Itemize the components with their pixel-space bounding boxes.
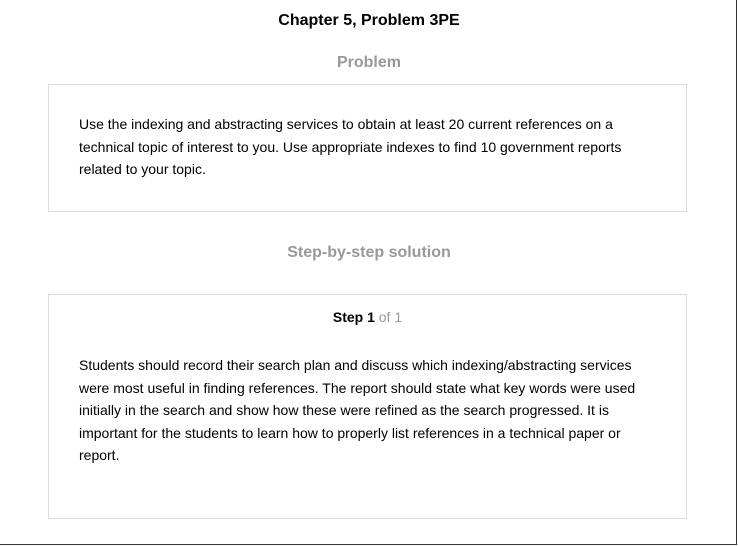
problem-box: Use the indexing and abstracting service…	[48, 84, 687, 212]
chapter-title: Chapter 5, Problem 3PE	[278, 12, 460, 29]
solution-heading: Step-by-step solution	[287, 244, 451, 261]
problem-text: Use the indexing and abstracting service…	[79, 116, 622, 177]
solution-text: Students should record their search plan…	[79, 357, 636, 463]
step-total: of 1	[378, 309, 403, 325]
solution-box: Step 1 of 1 Students should record their…	[48, 294, 687, 519]
problem-heading: Problem	[336, 54, 401, 71]
step-number: Step 1	[332, 309, 375, 325]
step-indicator: Step 1 of 1	[49, 308, 686, 326]
